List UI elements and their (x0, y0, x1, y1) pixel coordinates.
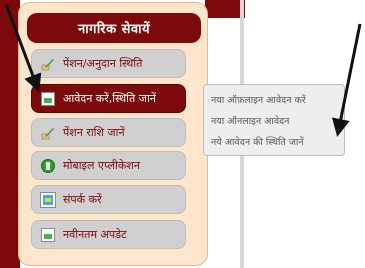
arrow-to-apply-item (4, 3, 42, 93)
annotation-arrows (4, 3, 362, 137)
screenshot: नागरिक सेवायें पेंशन/अनुदान स्थिति आवेदन… (0, 0, 365, 268)
arrow-to-submenu (331, 23, 362, 137)
